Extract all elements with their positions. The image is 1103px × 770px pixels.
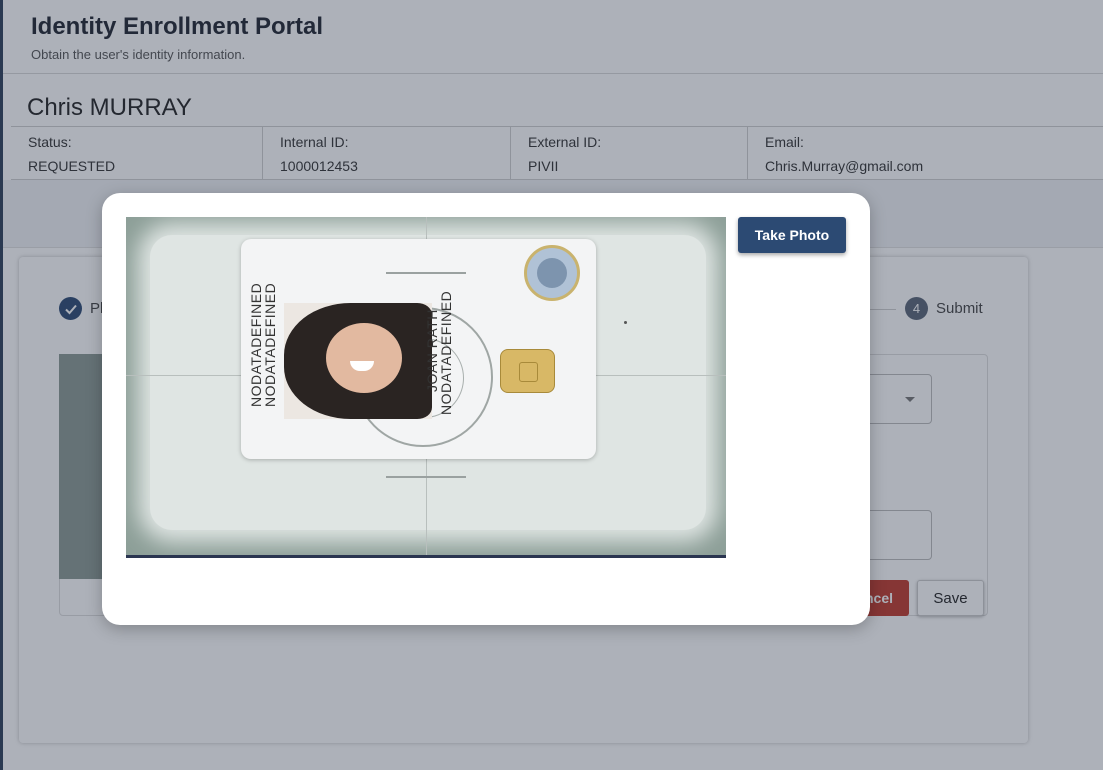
seal-center <box>537 258 567 288</box>
take-photo-button[interactable]: Take Photo <box>738 217 846 253</box>
smart-chip-icon <box>500 349 555 393</box>
card-text-line2: NODATADEFINED <box>262 282 278 407</box>
photo-face <box>326 323 402 393</box>
guide-tick <box>386 272 466 274</box>
chip-contact <box>519 362 538 382</box>
seal-icon <box>524 245 580 301</box>
card-dot <box>624 321 627 324</box>
id-photo <box>284 303 432 419</box>
card-text-line3: NODATADEFINED <box>438 290 454 415</box>
camera-feed: NODATADEFINED NODATADEFINED JOAN RATH NO… <box>126 217 726 558</box>
take-photo-modal: NODATADEFINED NODATADEFINED JOAN RATH NO… <box>102 193 870 625</box>
guide-tick <box>386 476 466 478</box>
